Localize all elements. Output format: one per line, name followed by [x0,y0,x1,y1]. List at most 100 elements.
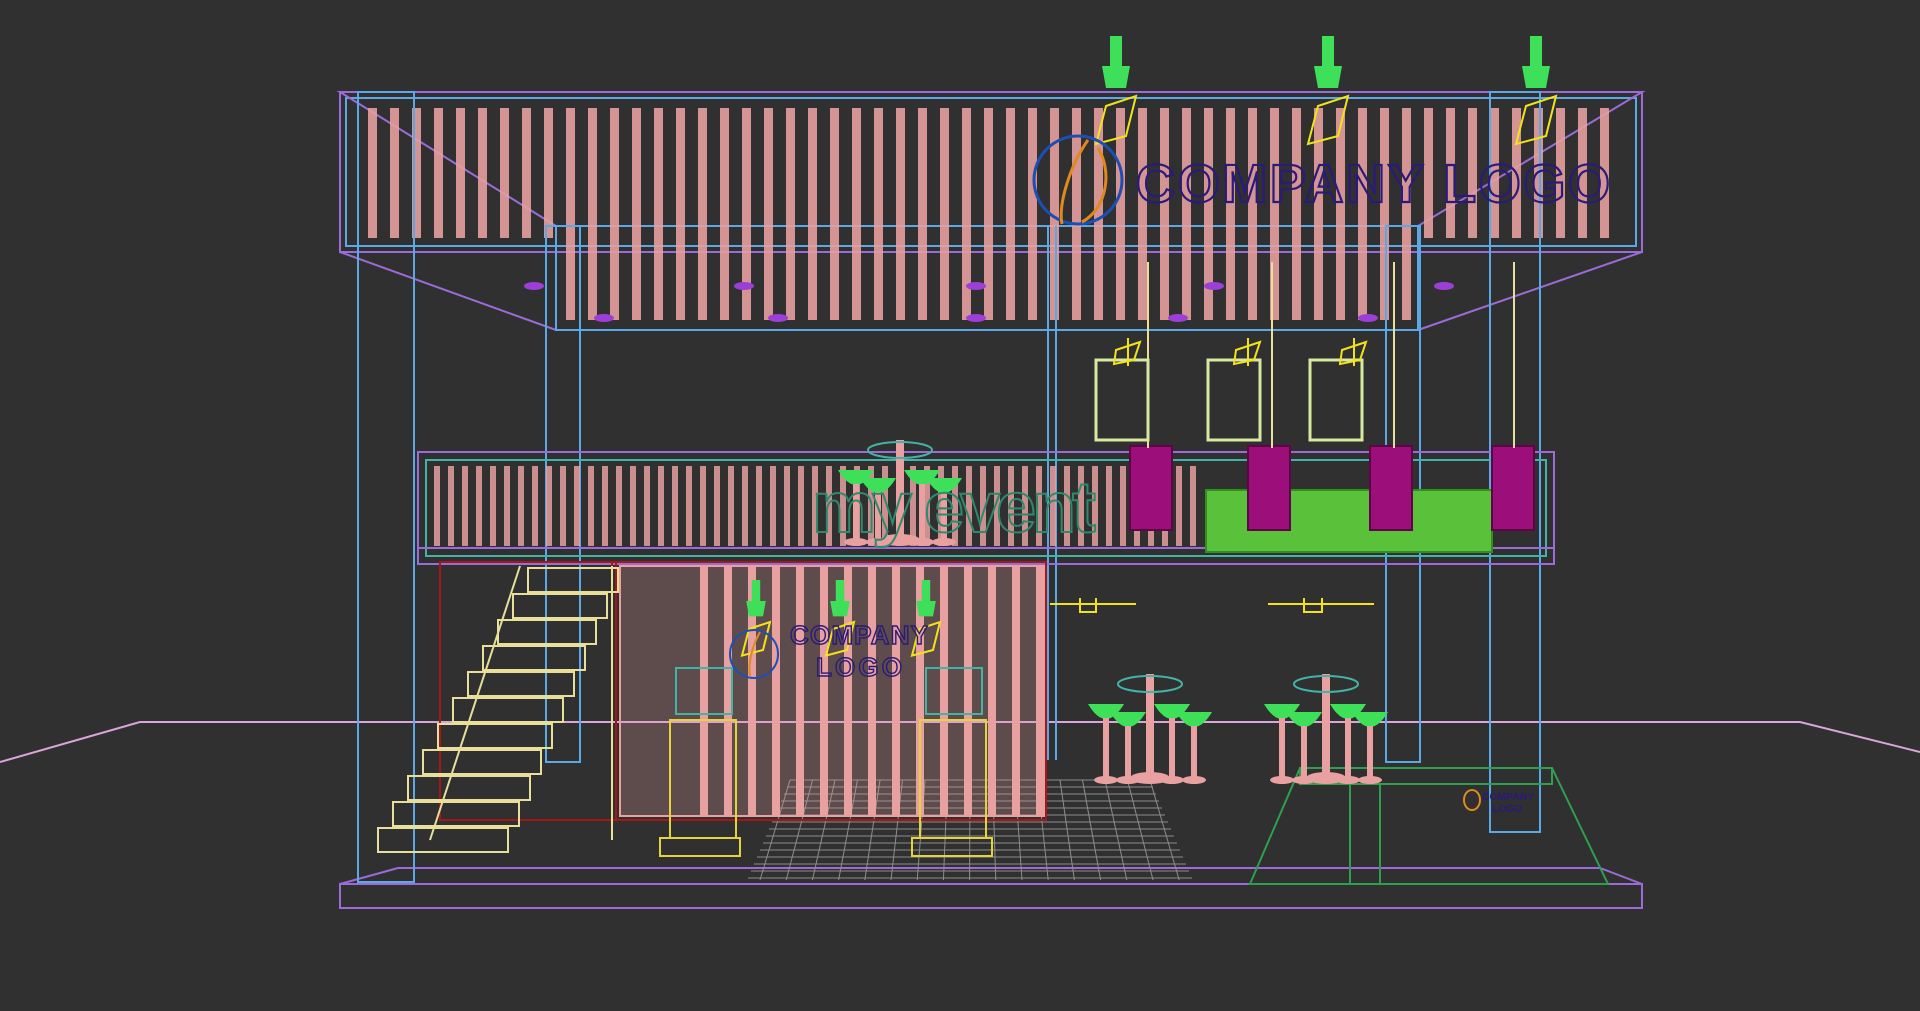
canopy-slat [456,108,465,238]
room-slat [1036,566,1044,816]
ceiling-fixture [734,282,754,290]
canopy-slat [1336,108,1345,320]
mezzanine-slat [728,466,734,546]
canopy-slat [478,108,487,238]
canopy-slat [390,108,399,238]
canopy-slat [434,108,443,238]
stair-stringer [429,565,521,841]
room-logo-line2: LOGO [816,652,902,682]
mezzanine-slat [1120,466,1126,546]
canopy-slat [984,108,993,320]
ceiling-fixture [1168,314,1188,322]
canopy-slat [1292,108,1301,320]
canopy-slat [1160,108,1169,320]
canopy-slat [1248,108,1257,320]
mezzanine-slat [462,466,468,546]
canopy-slat [808,108,817,320]
stair-step [527,567,619,593]
mezzanine-slat [532,466,538,546]
table-logo: COMPANY LOGO [1463,789,1534,815]
canopy-slat [1380,108,1389,320]
canopy-slat [1028,108,1037,320]
mezzanine-slat [770,466,776,546]
track-lights [1050,598,1374,613]
table-logo-text-line2: LOGO [1492,804,1522,815]
mezzanine-slat [574,466,580,546]
mezzanine-slat [1176,466,1182,546]
display-table [1248,767,1610,885]
event-banner-text: my event [812,468,1096,548]
room-slat [868,566,876,816]
canopy-slat [588,108,597,320]
room-slat [988,566,996,816]
mezzanine-slat [658,466,664,546]
ceiling-fixture [966,282,986,290]
canopy-slat [1182,108,1191,320]
mezzanine-slat [476,466,482,546]
mezzanine-slat [602,466,608,546]
mezzanine-slat [504,466,510,546]
mezzanine-slat [588,466,594,546]
ceiling-fixture [768,314,788,322]
canopy-slat [500,108,509,238]
mezzanine-slat [448,466,454,546]
stair-step [407,775,531,801]
room-slat [724,566,732,816]
bar-table [1264,674,1388,784]
ceiling-fixture [524,282,544,290]
canopy-slat [874,108,883,320]
grid-line [1127,779,1154,881]
canopy-slat [368,108,377,238]
mezzanine-slat [798,466,804,546]
mezzanine-slat [630,466,636,546]
mezzanine-slat [434,466,440,546]
mezzanine-slat [518,466,524,546]
mezzanine-slat [546,466,552,546]
grid-line [1104,779,1128,881]
room-slat [1012,566,1020,816]
canopy-slat [918,108,927,320]
grid-line [1149,779,1180,881]
mezzanine-slat [742,466,748,546]
stair-step [512,593,608,619]
canopy-slat [698,108,707,320]
mezzanine-slat [1190,466,1196,546]
canopy-slat [1138,108,1147,320]
room-slat [892,566,900,816]
spot-light-icon [1232,338,1262,366]
mezzanine-slat [644,466,650,546]
ceiling-fixture [1434,282,1454,290]
wireframe-scene[interactable]: COMPANY LOGO my event COMPANY LOGO COMPA… [0,0,1920,1011]
3d-viewport[interactable]: COMPANY LOGO my event COMPANY LOGO COMPA… [0,0,1920,1011]
canopy-slat [1006,108,1015,320]
room-slat [796,566,804,816]
room-logo-line1: COMPANY [790,620,928,650]
canopy-slat [1358,108,1367,320]
mezzanine-slat [784,466,790,546]
main-logo-text: COMPANY LOGO [1136,154,1610,214]
booth-base-platform [339,867,1643,909]
room-slat [772,566,780,816]
canopy-slats [368,108,1609,320]
canopy-slat [610,108,619,320]
canopy-slat [1072,108,1081,320]
canopy-slat [764,108,773,320]
grid-line [1059,779,1075,881]
mezzanine-slat [616,466,622,546]
canopy-slat [544,108,553,238]
canopy-slat [940,108,949,320]
ceiling-fixture [1358,314,1378,322]
canopy-slat [720,108,729,320]
ceiling-fixture [594,314,614,322]
canopy-slat [896,108,905,320]
room-slat [964,566,972,816]
canopy-slat [1226,108,1235,320]
room-slat [940,566,948,816]
mezzanine-slat [560,466,566,546]
room-slat [820,566,828,816]
canopy-slat [522,108,531,238]
hanging-wires [1147,262,1515,448]
stair-step [482,645,586,671]
canopy-slat [566,108,575,320]
room-slat [700,566,708,816]
